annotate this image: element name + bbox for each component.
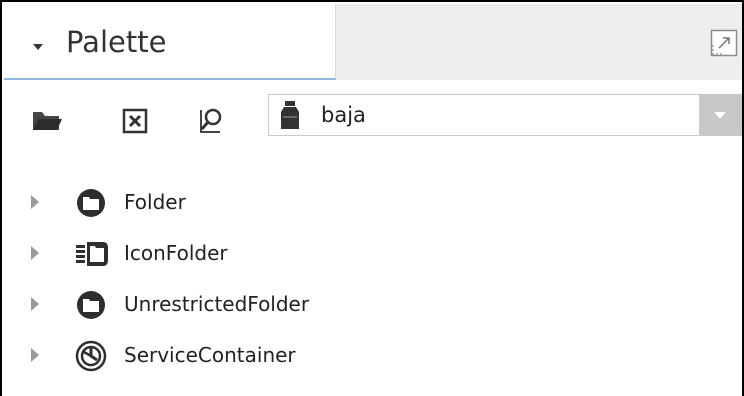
tree-item-folder[interactable]: Folder [4,178,742,229]
jar-icon [279,100,301,134]
tree-item-partial[interactable] [4,382,742,396]
close-palette-icon[interactable] [122,108,148,138]
open-folder-icon[interactable] [32,108,62,136]
dropdown-arrow-button[interactable] [699,95,741,135]
expand-arrow-icon[interactable] [30,347,40,367]
tab-palette[interactable]: Palette [4,4,336,80]
collapse-arrow-icon[interactable] [32,37,44,56]
palette-tree: Folder IconFolder UnrestrictedFolder Ser… [4,178,742,396]
palette-title: Palette [66,25,167,59]
maximize-icon[interactable] [710,29,738,57]
folder-icon [75,187,107,223]
tree-item-label: IconFolder [124,241,228,265]
tree-item-unrestrictedfolder[interactable]: UnrestrictedFolder [4,280,742,331]
palette-panel: Palette baja Folder IconFolder Unrestric… [0,0,744,396]
tree-item-servicecontainer[interactable]: ServiceContainer [4,331,742,382]
tree-item-iconfolder[interactable]: IconFolder [4,229,742,280]
tree-item-label: ServiceContainer [124,343,296,367]
expand-arrow-icon[interactable] [30,245,40,265]
folder-icon [75,289,107,325]
tree-item-label: UnrestrictedFolder [124,292,310,316]
expand-arrow-icon[interactable] [30,296,40,316]
service-container-icon [75,340,107,376]
palette-header: Palette [4,4,742,80]
module-select[interactable]: baja [268,94,742,136]
module-select-value: baja [321,103,366,127]
palette-toolbar: baja [4,80,742,172]
tree-item-label: Folder [124,190,186,214]
find-icon[interactable] [198,106,224,138]
expand-arrow-icon[interactable] [30,194,40,214]
icon-folder-icon [75,238,109,274]
